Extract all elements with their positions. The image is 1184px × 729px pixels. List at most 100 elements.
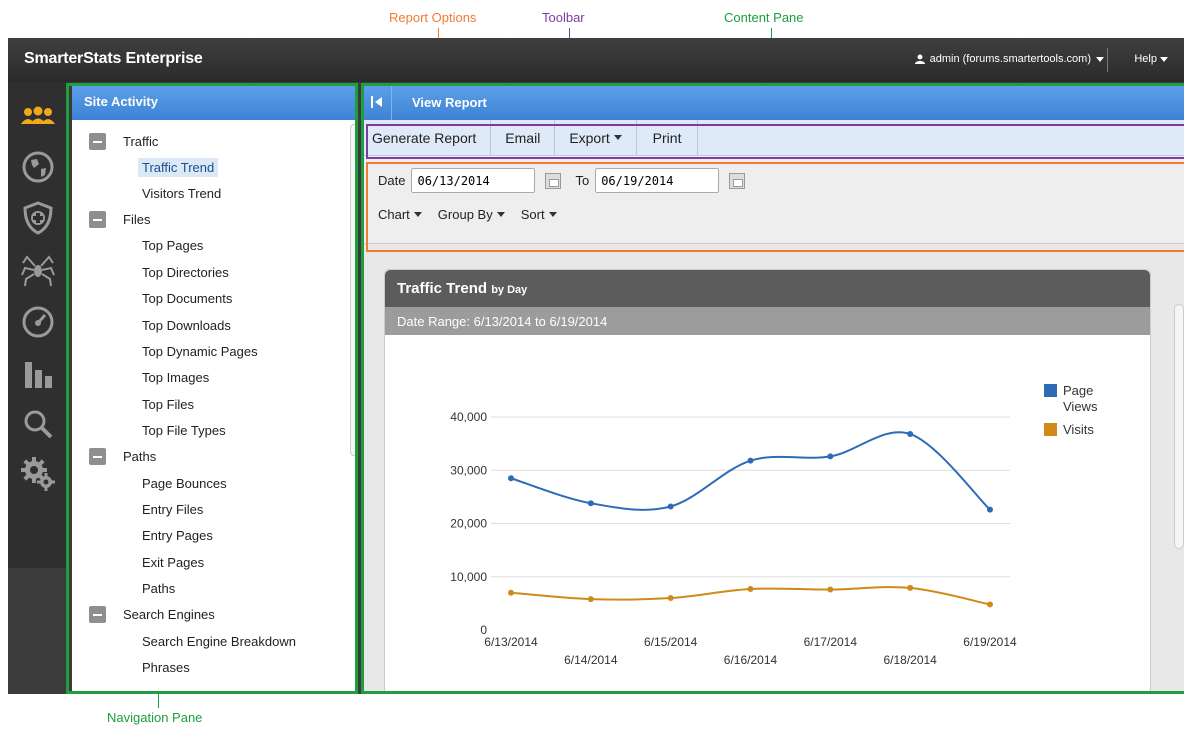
x-tick-label: 6/15/2014 xyxy=(644,635,698,649)
nav-item-top-directories[interactable]: Top Directories xyxy=(72,259,358,285)
legend-label-views: Views xyxy=(1063,399,1098,414)
x-tick-label: 6/17/2014 xyxy=(804,635,858,649)
nav-item-top-documents[interactable]: Top Documents xyxy=(72,286,358,312)
nav-item-entry-files[interactable]: Entry Files xyxy=(72,496,358,522)
data-point[interactable] xyxy=(667,503,674,510)
data-point[interactable] xyxy=(587,596,594,603)
nav-item-exit-pages[interactable]: Exit Pages xyxy=(72,549,358,575)
sort-dropdown[interactable]: Sort xyxy=(521,207,557,222)
email-button[interactable]: Email xyxy=(491,119,556,156)
nav-item-page-bounces[interactable]: Page Bounces xyxy=(72,470,358,496)
data-point[interactable] xyxy=(747,457,754,464)
data-point[interactable] xyxy=(827,453,834,460)
nav-tree: Traffic Traffic Trend Visitors Trend Files T… xyxy=(72,120,358,694)
calendar-icon[interactable] xyxy=(729,172,746,189)
data-point[interactable] xyxy=(987,506,993,513)
users-icon[interactable] xyxy=(20,98,56,134)
y-tick-label: 20,000 xyxy=(450,517,487,531)
nav-item-search-engine-breakdown[interactable]: Search Engine Breakdown xyxy=(72,628,358,654)
nav-group-label: Traffic xyxy=(123,133,159,149)
spider-icon[interactable] xyxy=(20,252,56,288)
nav-group-files[interactable]: Files xyxy=(72,207,358,233)
callout-line-navigation-pane xyxy=(158,694,159,708)
data-point[interactable] xyxy=(587,500,594,507)
data-point[interactable] xyxy=(508,589,514,596)
legend-label-page: Page xyxy=(1063,383,1093,398)
globe-icon[interactable] xyxy=(20,149,56,185)
sort-label: Sort xyxy=(520,207,545,222)
nav-group-paths[interactable]: Paths xyxy=(72,444,358,470)
nav-item-label: Paths xyxy=(142,581,176,597)
navigation-pane: Site Activity Traffic Traffic Trend Visito… xyxy=(72,84,358,694)
nav-item-top-dynamic-pages[interactable]: Top Dynamic Pages xyxy=(72,338,358,364)
end-date-input[interactable] xyxy=(595,168,720,193)
bar-chart-icon[interactable] xyxy=(20,356,56,392)
data-point[interactable] xyxy=(508,475,514,482)
nav-item-visitors-trend[interactable]: Visitors Trend xyxy=(72,180,358,206)
shield-icon[interactable] xyxy=(20,200,56,236)
chevron-down-icon xyxy=(548,212,557,217)
generate-report-button[interactable]: Generate Report xyxy=(362,119,492,156)
calendar-icon[interactable] xyxy=(545,172,562,189)
nav-item-paths[interactable]: Paths xyxy=(72,575,358,601)
nav-group-search-engines[interactable]: Search Engines xyxy=(72,602,358,628)
export-menu[interactable]: Export xyxy=(555,119,637,156)
data-point[interactable] xyxy=(747,585,754,592)
callout-navigation-pane: Navigation Pane xyxy=(107,710,203,725)
legend-label-visits: Visits xyxy=(1063,422,1094,437)
data-point[interactable] xyxy=(667,595,674,602)
gear-icon[interactable] xyxy=(20,456,56,492)
nav-scrollbar[interactable] xyxy=(350,124,358,456)
nav-item-phrases[interactable]: Phrases xyxy=(72,654,358,680)
user-menu[interactable]: admin (forums.smartertools.com) xyxy=(914,53,1104,65)
nav-item-label: Top File Types xyxy=(142,423,226,439)
nav-item-label: Top Downloads xyxy=(142,317,231,333)
start-date-input[interactable] xyxy=(411,168,536,193)
collapse-arrow-icon xyxy=(370,96,382,108)
data-point[interactable] xyxy=(907,584,914,591)
y-tick-label: 30,000 xyxy=(450,463,487,477)
report-title: Traffic Trend by Day xyxy=(385,270,1150,307)
speedometer-icon[interactable] xyxy=(20,304,56,340)
help-menu[interactable]: Help xyxy=(1134,53,1168,65)
data-point[interactable] xyxy=(907,431,914,438)
user-name: admin (forums.smartertools.com) xyxy=(929,53,1091,65)
x-tick-label: 6/19/2014 xyxy=(963,635,1017,649)
x-tick-label: 6/18/2014 xyxy=(883,653,937,667)
chart-dropdown[interactable]: Chart xyxy=(378,207,422,222)
nav-item-top-downloads[interactable]: Top Downloads xyxy=(72,312,358,338)
nav-group-label: Search Engines xyxy=(123,607,215,623)
chart-label: Chart xyxy=(378,207,410,222)
collapse-nav-button[interactable] xyxy=(362,84,392,120)
x-tick-label: 6/14/2014 xyxy=(564,653,618,667)
data-point[interactable] xyxy=(827,586,834,593)
nav-item-top-file-types[interactable]: Top File Types xyxy=(72,418,358,444)
nav-item-label: Top Documents xyxy=(142,291,233,307)
nav-item-label: Phrases xyxy=(142,659,190,675)
collapse-icon[interactable] xyxy=(89,606,106,624)
collapse-icon[interactable] xyxy=(89,211,106,229)
collapse-icon[interactable] xyxy=(89,132,106,150)
nav-item-traffic-trend[interactable]: Traffic Trend xyxy=(72,154,358,180)
data-point[interactable] xyxy=(987,601,993,608)
search-icon[interactable] xyxy=(20,406,56,442)
content-pane: View Report Generate Report Email Export… xyxy=(362,84,1184,694)
view-report-title: View Report xyxy=(412,94,487,110)
x-tick-label: 6/16/2014 xyxy=(724,653,778,667)
nav-group-traffic[interactable]: Traffic xyxy=(72,128,358,154)
print-button[interactable]: Print xyxy=(637,119,699,156)
nav-item-entry-pages[interactable]: Entry Pages xyxy=(72,523,358,549)
app-window: SmarterStats Enterprise admin (forums.sm… xyxy=(8,38,1184,694)
nav-item-label: Top Directories xyxy=(142,264,229,280)
traffic-trend-chart: 010,00020,00030,00040,0006/13/20146/14/2… xyxy=(450,383,1098,667)
nav-item-top-images[interactable]: Top Images xyxy=(72,365,358,391)
nav-item-label: Top Files xyxy=(142,396,195,412)
callout-toolbar: Toolbar xyxy=(542,10,585,25)
legend-swatch xyxy=(1044,423,1057,436)
content-scrollbar[interactable] xyxy=(1174,304,1184,549)
nav-item-label: Traffic Trend xyxy=(138,157,219,177)
collapse-icon[interactable] xyxy=(89,448,106,466)
nav-item-top-files[interactable]: Top Files xyxy=(72,391,358,417)
nav-item-top-pages[interactable]: Top Pages xyxy=(72,233,358,259)
group-by-dropdown[interactable]: Group By xyxy=(438,207,505,222)
